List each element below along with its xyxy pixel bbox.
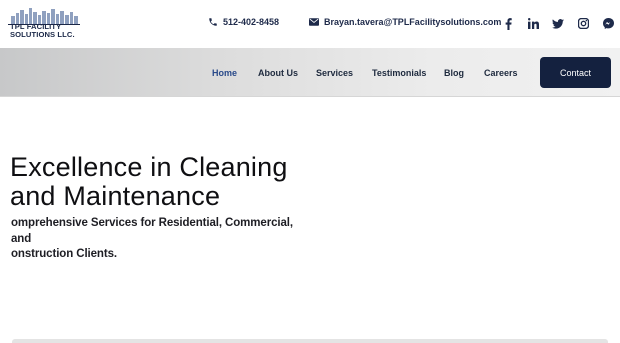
nav-services[interactable]: Services [316,68,353,78]
hero-title: Excellence in Cleaning and Maintenance [10,153,310,211]
nav-home[interactable]: Home [212,68,237,78]
facebook-icon[interactable] [502,17,514,30]
hero-title-line-2: and Maintenance [10,181,221,211]
email-address: Brayan.tavera@TPLFacilitysolutions.com [324,17,502,27]
phone-icon [209,18,217,26]
nav-testimonials[interactable]: Testimonials [372,68,426,78]
social-links [502,17,614,30]
phone-link[interactable]: 512-402-8458 [208,17,279,27]
next-section-edge [12,339,608,343]
main-navigation: Home About Us Services Testimonials Blog… [0,48,620,97]
company-logo[interactable]: TPL FACILITY SOLUTIONS LLC. [8,7,80,43]
phone-number: 512-402-8458 [223,17,280,27]
hero-subtitle-line-1: omprehensive Services for Residential, C… [11,217,293,245]
instagram-icon[interactable] [577,17,589,30]
mail-icon [309,18,319,26]
twitter-icon[interactable] [552,17,564,30]
hero-subtitle: omprehensive Services for Residential, C… [11,216,311,263]
hero-section: Excellence in Cleaning and Maintenance o… [0,97,620,343]
contact-button[interactable]: Contact [540,57,611,88]
email-link[interactable]: Brayan.tavera@TPLFacilitysolutions.com [309,17,501,27]
linkedin-icon[interactable] [527,17,539,30]
logo-text: TPL FACILITY SOLUTIONS LLC. [10,22,75,40]
top-bar: TPL FACILITY SOLUTIONS LLC. 512-402-8458… [0,0,620,48]
logo-line-2: SOLUTIONS LLC. [10,30,75,40]
nav-about-us[interactable]: About Us [258,68,298,78]
nav-blog[interactable]: Blog [444,68,464,78]
nav-careers[interactable]: Careers [484,68,518,78]
messenger-icon[interactable] [602,17,614,30]
hero-subtitle-line-2: onstruction Clients. [11,248,117,260]
hero-title-line-1: Excellence in Cleaning [10,152,288,182]
